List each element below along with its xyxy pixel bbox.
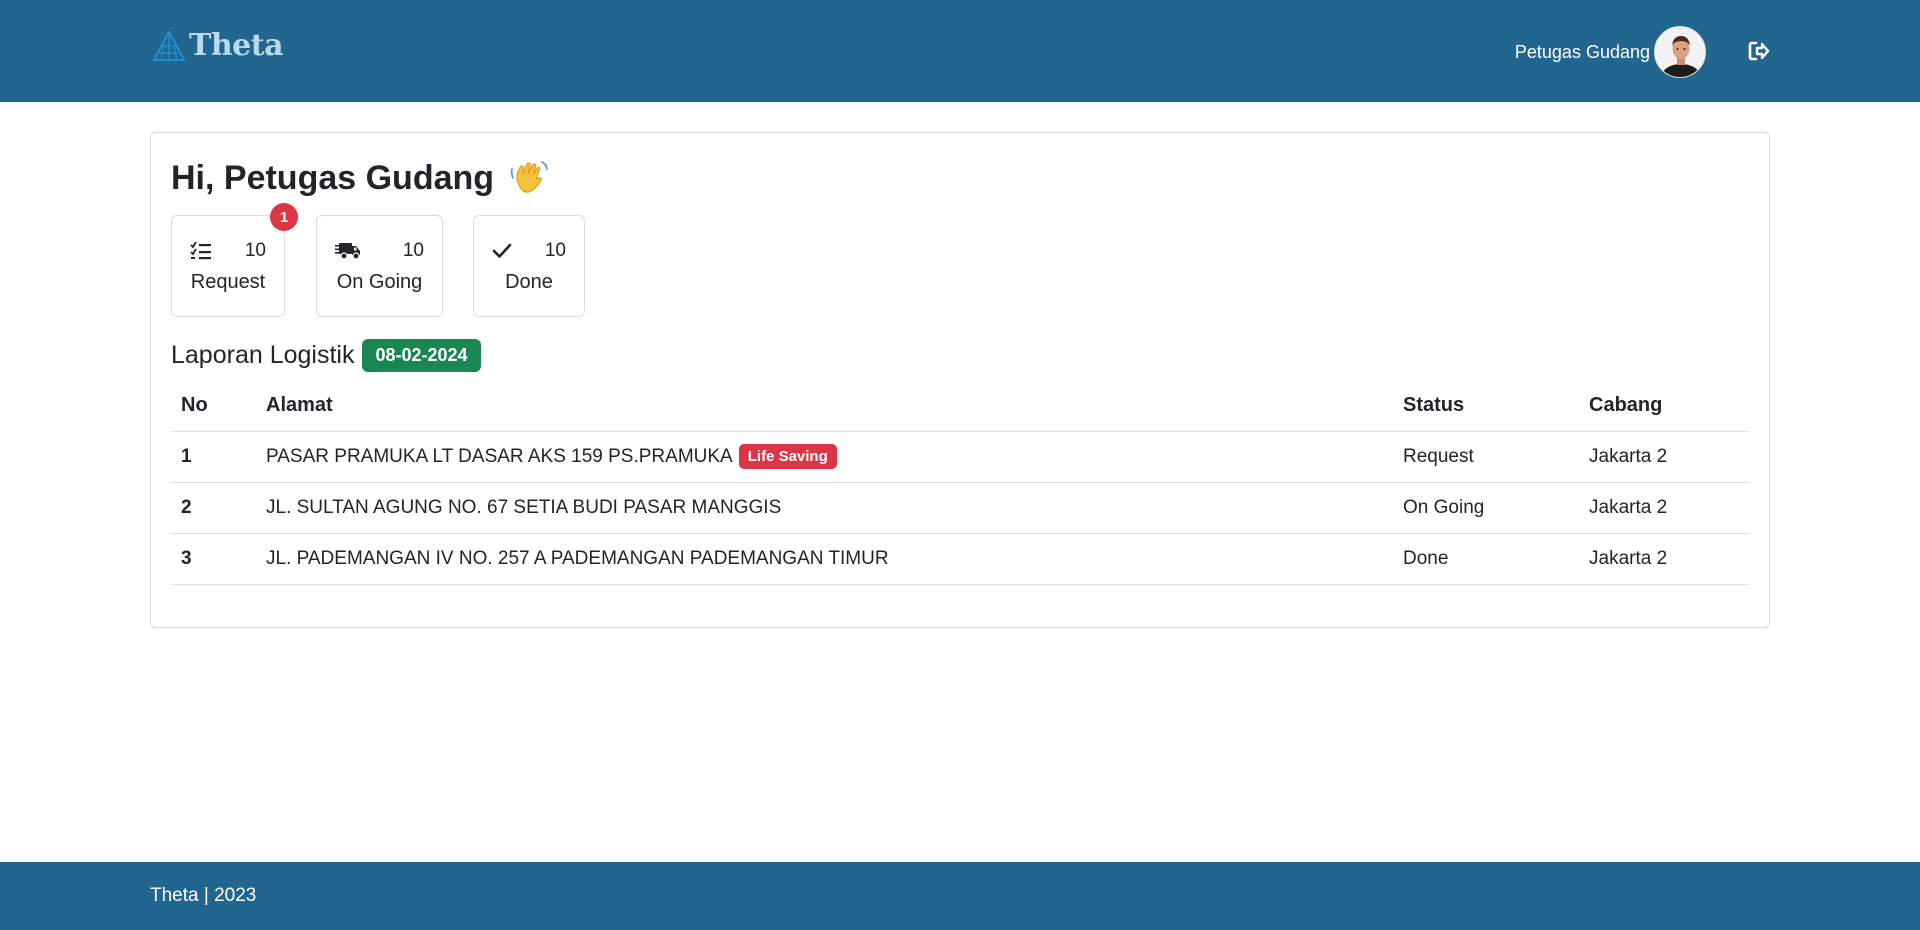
table-row[interactable]: 2 JL. SULTAN AGUNG NO. 67 SETIA BUDI PAS… <box>171 482 1749 534</box>
row-no: 1 <box>171 431 256 483</box>
row-status: Request <box>1393 431 1579 483</box>
brand-logo[interactable]: Theta <box>153 28 284 63</box>
footer-text: Theta | 2023 <box>150 885 257 906</box>
avatar[interactable] <box>1654 26 1706 78</box>
row-no: 2 <box>171 482 256 534</box>
life-saving-tag: Life Saving <box>738 444 837 469</box>
column-header-alamat: Alamat <box>256 381 1393 432</box>
column-header-no: No <box>171 381 256 432</box>
row-cabang: Jakarta 2 <box>1579 482 1749 534</box>
stat-count: 10 <box>244 240 266 261</box>
waving-hand-icon <box>510 161 548 193</box>
logout-button[interactable] <box>1746 38 1772 64</box>
date-badge: 08-02-2024 <box>362 339 481 372</box>
column-header-status: Status <box>1393 381 1579 432</box>
navbar: Theta Petugas Gudang <box>0 0 1920 102</box>
row-status: On Going <box>1393 482 1579 534</box>
column-header-cabang: Cabang <box>1579 381 1749 432</box>
row-alamat: PASAR PRAMUKA LT DASAR AKS 159 PS.PRAMUK… <box>256 431 1393 483</box>
greeting: Hi, Petugas Gudang <box>171 157 550 199</box>
truck-icon <box>335 243 360 260</box>
stat-label: Done <box>505 271 553 293</box>
table-header-row: No Alamat Status Cabang <box>171 381 1749 432</box>
table-row[interactable]: 1 PASAR PRAMUKA LT DASAR AKS 159 PS.PRAM… <box>171 431 1749 483</box>
row-alamat: JL. SULTAN AGUNG NO. 67 SETIA BUDI PASAR… <box>256 482 1393 534</box>
stat-label: Request <box>190 271 266 293</box>
row-cabang: Jakarta 2 <box>1579 533 1749 585</box>
stat-label: On Going <box>336 271 423 293</box>
row-alamat: JL. PADEMANGAN IV NO. 257 A PADEMANGAN P… <box>256 533 1393 585</box>
notification-badge: 1 <box>270 203 298 231</box>
dashboard-card: Hi, Petugas Gudang 10 Request 1 10 On Go… <box>150 132 1770 628</box>
stat-card-done[interactable]: 10 Done <box>473 215 585 317</box>
stat-count: 10 <box>402 240 424 261</box>
user-menu[interactable]: Petugas Gudang <box>1515 26 1706 78</box>
greeting-text: Hi, Petugas Gudang <box>171 158 495 197</box>
address-text: PASAR PRAMUKA LT DASAR AKS 159 PS.PRAMUK… <box>266 446 733 467</box>
footer: Theta | 2023 <box>0 862 1920 930</box>
user-name: Petugas Gudang <box>1514 41 1650 62</box>
stat-card-on-going[interactable]: 10 On Going <box>316 215 443 317</box>
row-status: Done <box>1393 533 1579 585</box>
report-title: Laporan Logistik <box>171 341 355 369</box>
logistics-table: No Alamat Status Cabang 1 PASAR PRAMUKA … <box>171 381 1749 585</box>
table-row[interactable]: 3 JL. PADEMANGAN IV NO. 257 A PADEMANGAN… <box>171 533 1749 585</box>
pyramid-logo-icon <box>153 30 185 61</box>
row-cabang: Jakarta 2 <box>1579 431 1749 483</box>
report-header: Laporan Logistik 08-02-2024 <box>171 339 481 372</box>
check-icon <box>492 243 512 258</box>
stat-count: 10 <box>544 240 566 261</box>
stat-card-request[interactable]: 10 Request 1 <box>171 203 298 317</box>
row-no: 3 <box>171 533 256 585</box>
logout-icon <box>1748 41 1770 61</box>
brand-name: Theta <box>189 28 284 63</box>
checklist-icon <box>190 241 211 260</box>
